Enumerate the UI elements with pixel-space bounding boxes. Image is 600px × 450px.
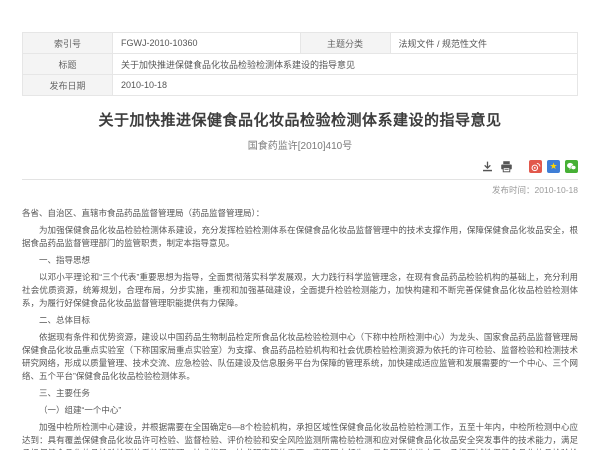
paragraph: 各省、自治区、直辖市食品药品监督管理局（药品监督管理局）：: [22, 207, 578, 220]
table-row: 索引号 FGWJ-2010-10360 主题分类 法规文件 / 规范性文件: [23, 33, 578, 54]
category-value-cell: 法规文件 / 规范性文件: [390, 33, 578, 54]
section-heading: 一、指导思想: [22, 254, 578, 267]
paragraph: 为加强保健食品化妆品检验检测体系建设，充分发挥检验检测体系在保健食品化妆品监督管…: [22, 224, 578, 250]
table-row: 发布日期 2010-10-18: [23, 75, 578, 96]
title-label-cell: 标题: [23, 54, 113, 75]
toolbar: ★: [22, 159, 578, 180]
section-heading: 二、总体目标: [22, 314, 578, 327]
page-title: 关于加快推进保健食品化妆品检验检测体系建设的指导意见: [22, 109, 578, 130]
publish-time-label: 发布时间：: [492, 185, 535, 195]
weibo-share-icon[interactable]: [529, 160, 542, 173]
date-value-cell: 2010-10-18: [113, 75, 578, 96]
download-icon[interactable]: [480, 159, 494, 173]
date-label-cell: 发布日期: [23, 75, 113, 96]
paragraph: 以邓小平理论和“三个代表”重要思想为指导，全面贯彻落实科学发展观，大力践行科学监…: [22, 271, 578, 310]
subsection-heading: （一）组建“一个中心”: [22, 404, 578, 417]
info-table: 索引号 FGWJ-2010-10360 主题分类 法规文件 / 规范性文件 标题…: [22, 32, 578, 96]
index-label-cell: 索引号: [23, 33, 113, 54]
document-page: 索引号 FGWJ-2010-10360 主题分类 法规文件 / 规范性文件 标题…: [0, 0, 600, 450]
document-body: 各省、自治区、直辖市食品药品监督管理局（药品监督管理局）： 为加强保健食品化妆品…: [22, 207, 578, 450]
category-label-cell: 主题分类: [300, 33, 390, 54]
doc-number: 国食药监许[2010]410号: [22, 137, 578, 152]
publish-time: 发布时间：2010-10-18: [22, 184, 578, 196]
publish-time-value: 2010-10-18: [535, 185, 578, 195]
title-value-cell: 关于加快推进保健食品化妆品检验检测体系建设的指导意见: [113, 54, 578, 75]
section-heading: 三、主要任务: [22, 387, 578, 400]
wechat-share-icon[interactable]: [565, 160, 578, 173]
document-content: 索引号 FGWJ-2010-10360 主题分类 法规文件 / 规范性文件 标题…: [22, 32, 578, 450]
print-icon[interactable]: [499, 159, 513, 173]
table-row: 标题 关于加快推进保健食品化妆品检验检测体系建设的指导意见: [23, 54, 578, 75]
index-value-cell: FGWJ-2010-10360: [113, 33, 301, 54]
paragraph: 依据现有条件和优势资源，建设以中国药品生物制品检定所食品化妆品检验检测中心（下称…: [22, 331, 578, 383]
qzone-share-icon[interactable]: ★: [547, 160, 560, 173]
paragraph: 加强中检所检测中心建设，并根据需要在全国确定6—8个检验机构，承担区域性保健食品…: [22, 421, 578, 450]
